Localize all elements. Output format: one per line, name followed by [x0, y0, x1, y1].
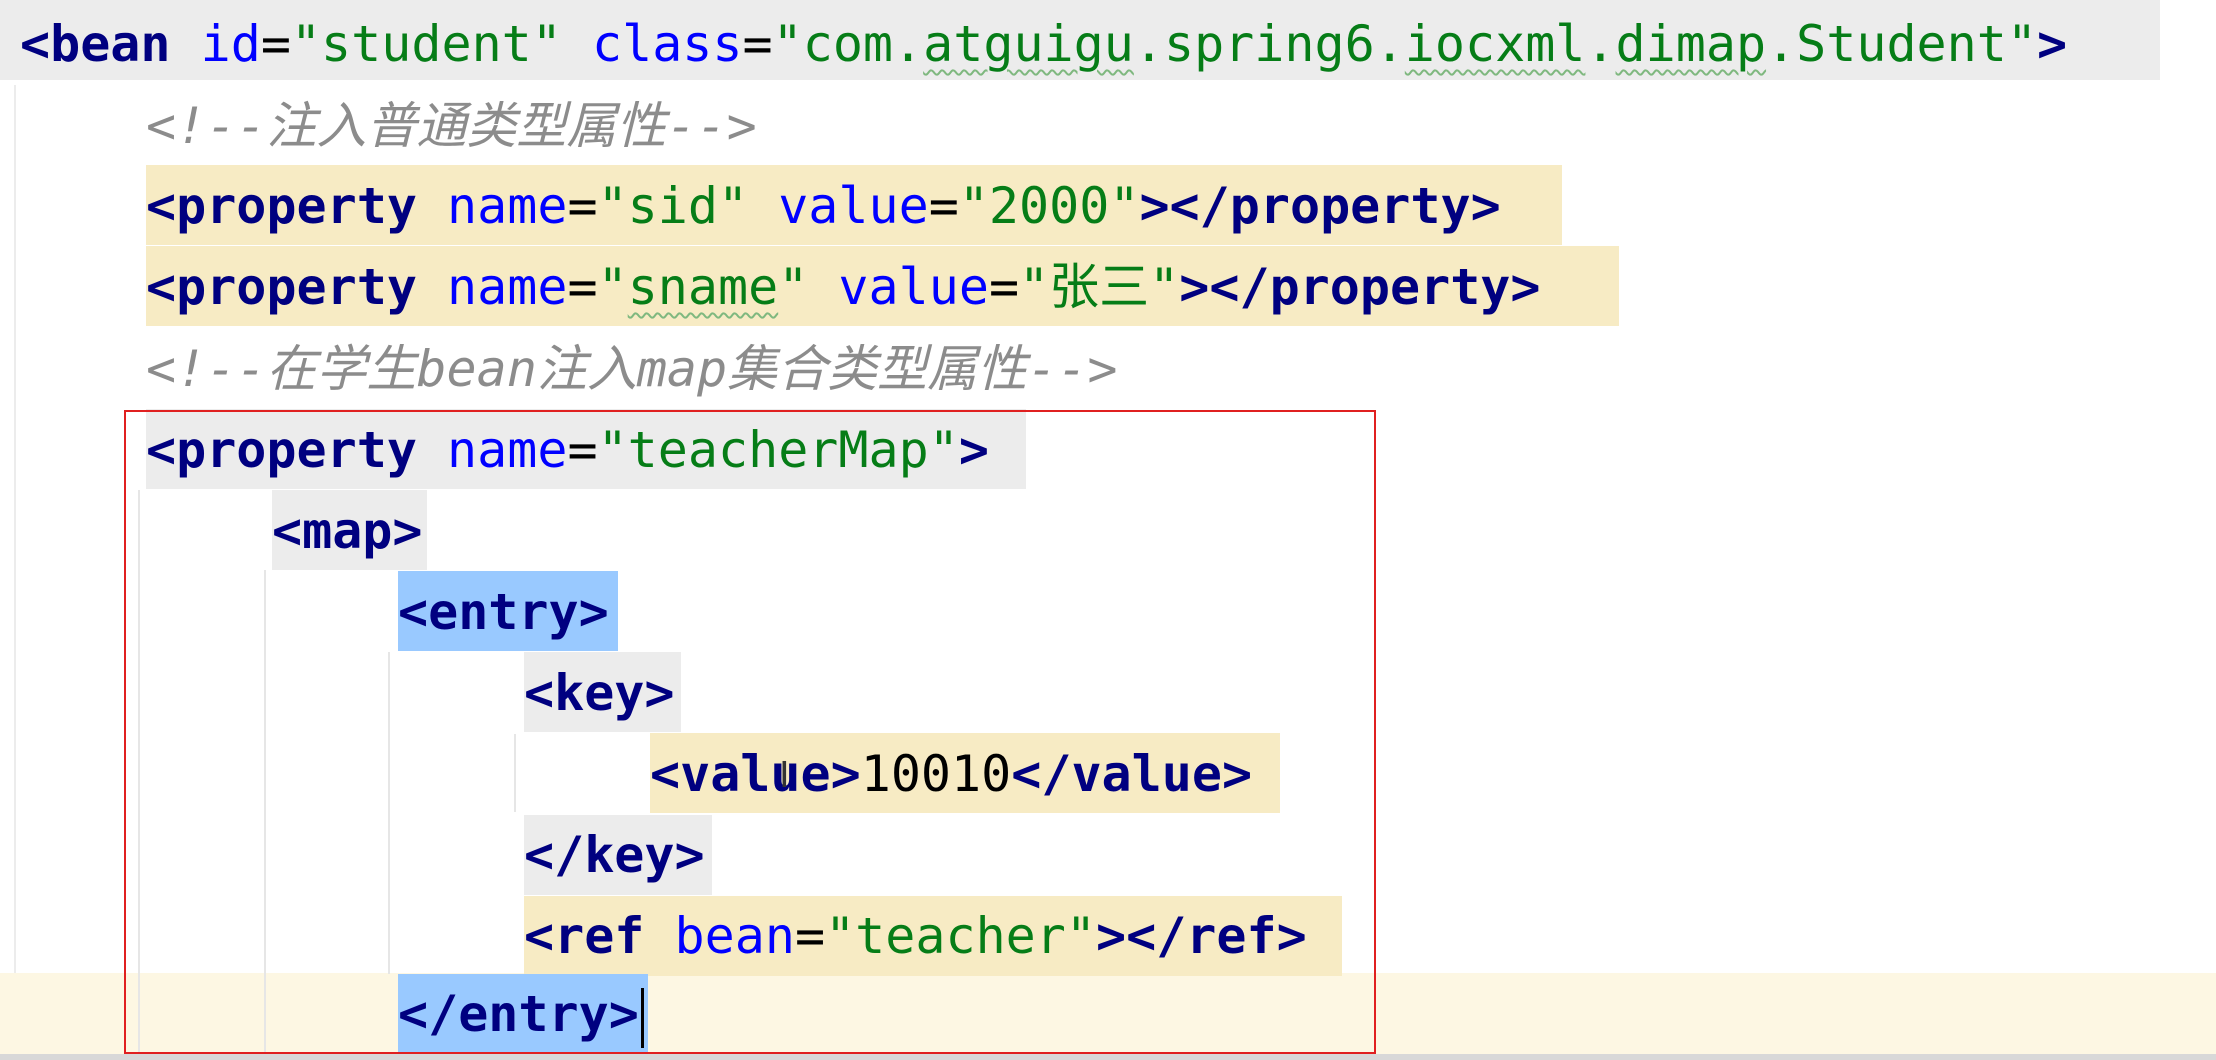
- name-value: "sid": [597, 177, 749, 235]
- name-value-quote: ": [597, 258, 628, 316]
- class-value-misspelled-part: iocxml: [1404, 15, 1586, 73]
- annotation-box: [124, 410, 1376, 1054]
- equals-sign: =: [567, 258, 598, 316]
- code-line-comment[interactable]: <!--注入普通类型属性-->: [146, 86, 757, 167]
- class-value-misspelled-part: atguigu: [923, 15, 1134, 73]
- name-attribute: name: [447, 177, 568, 235]
- class-value-part: .spring6.: [1133, 15, 1405, 73]
- class-value-misspelled-part: dimap: [1615, 15, 1767, 73]
- code-editor[interactable]: <bean id="student" class="com.atguigu.sp…: [0, 0, 2216, 1060]
- id-attribute: id: [200, 15, 261, 73]
- bean-tag-close: >: [2036, 15, 2068, 73]
- code-line-property-sname[interactable]: <property name="sname" value="张三"></prop…: [146, 247, 1541, 328]
- bean-open-tag: <bean: [20, 15, 171, 73]
- property-open-tag: <property: [146, 177, 417, 235]
- equals-sign: =: [260, 15, 291, 73]
- code-line-property-sid[interactable]: <property name="sid" value="2000"></prop…: [146, 166, 1501, 247]
- name-value-quote: ": [778, 258, 809, 316]
- value-value: "张三": [1019, 258, 1180, 316]
- class-value-part: .Student": [1766, 15, 2037, 73]
- equals-sign: =: [742, 15, 773, 73]
- name-attribute: name: [447, 258, 568, 316]
- class-value-part: .: [1585, 15, 1616, 73]
- equals-sign: =: [567, 177, 598, 235]
- equals-sign: =: [988, 258, 1020, 316]
- name-value-misspelled: sname: [627, 258, 779, 316]
- value-value: "2000": [958, 177, 1140, 235]
- property-close-tag: ></property>: [1139, 177, 1501, 235]
- property-close-tag: ></property>: [1179, 258, 1541, 316]
- value-attribute: value: [778, 177, 929, 235]
- gutter-divider: [14, 85, 16, 1060]
- code-line-comment[interactable]: <!--在学生bean注入map集合类型属性-->: [146, 329, 1117, 410]
- id-value: "student": [290, 15, 562, 73]
- value-attribute: value: [838, 258, 989, 316]
- property-open-tag: <property: [146, 258, 417, 316]
- editor-bottom-border: [0, 1054, 2216, 1060]
- class-attribute: class: [592, 15, 743, 73]
- equals-sign: =: [928, 177, 959, 235]
- class-value-part: "com.: [772, 15, 924, 73]
- code-line-bean[interactable]: <bean id="student" class="com.atguigu.sp…: [20, 4, 2067, 85]
